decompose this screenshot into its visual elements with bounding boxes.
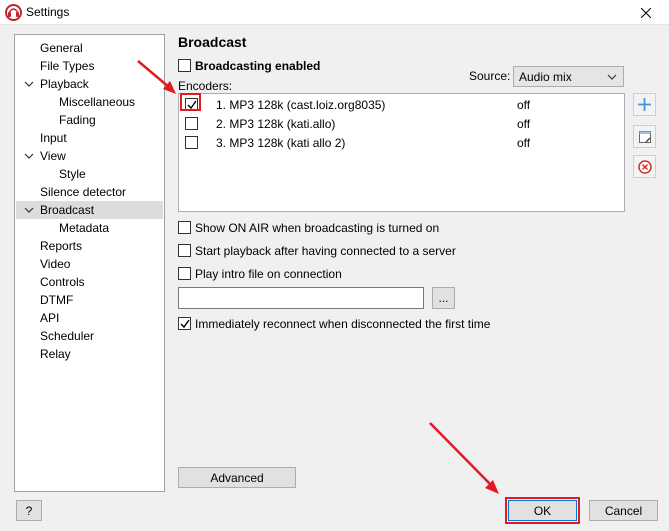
edit-icon [638,130,651,143]
annotation-arrowhead-ok [485,480,499,494]
page-title: Broadcast [178,34,247,50]
annotation-highlight-ok-button [505,497,580,524]
intro-file-input[interactable] [178,287,424,309]
play-intro-checkbox[interactable] [178,267,191,280]
add-encoder-button[interactable] [633,93,656,116]
broadcasting-enabled-label: Broadcasting enabled [195,59,321,73]
sidebar-item-input[interactable]: Input [40,129,67,147]
source-select-value: Audio mix [519,70,572,84]
sidebar-item-video[interactable]: Video [40,255,70,273]
encoder-status: off [517,136,531,150]
sidebar-item-silence-detector[interactable]: Silence detector [40,183,126,201]
chevron-down-icon[interactable] [24,75,34,93]
encoder-row[interactable]: 2. MP3 128k (kati.allo) off [179,114,624,133]
encoder-name: 3. MP3 128k (kati allo 2) [216,136,346,150]
show-on-air-checkbox[interactable] [178,221,191,234]
encoder-name: 1. MP3 128k (cast.loiz.org8035) [216,98,386,112]
annotation-highlight-encoder-checkbox [180,93,201,111]
edit-encoder-button[interactable] [633,125,656,148]
cancel-button[interactable]: Cancel [589,500,658,521]
start-playback-label: Start playback after having connected to… [195,244,456,258]
encoder-checkbox[interactable] [185,136,198,149]
encoder-name: 2. MP3 128k (kati.allo) [216,117,336,131]
settings-tree[interactable]: General File Types Playback Miscellaneou… [14,34,165,492]
sidebar-item-reports[interactable]: Reports [40,237,82,255]
play-intro-label: Play intro file on connection [195,267,342,281]
sidebar-item-metadata[interactable]: Metadata [59,219,109,237]
sidebar-item-scheduler[interactable]: Scheduler [40,327,94,345]
sidebar-item-view[interactable]: View [40,147,66,165]
sidebar-item-playback[interactable]: Playback [40,75,89,93]
broadcasting-enabled-checkbox[interactable] [178,59,191,72]
help-button[interactable]: ? [16,500,42,521]
source-label: Source: [469,69,511,83]
sidebar-item-relay[interactable]: Relay [40,345,71,363]
sidebar-item-fading[interactable]: Fading [59,111,96,129]
title-bar: Settings [0,0,669,25]
encoder-checkbox[interactable] [185,117,198,130]
checkmark-icon [180,319,190,329]
close-icon [641,7,651,18]
close-button[interactable] [623,0,669,25]
remove-encoder-button[interactable] [633,155,656,178]
sidebar-item-file-types[interactable]: File Types [40,57,94,75]
sidebar-item-miscellaneous[interactable]: Miscellaneous [59,93,135,111]
annotation-arrow-ok [429,422,493,487]
sidebar-item-api[interactable]: API [40,309,59,327]
encoder-row[interactable]: 3. MP3 128k (kati allo 2) off [179,133,624,152]
window-title: Settings [26,5,70,19]
encoder-status: off [517,98,531,112]
sidebar-item-broadcast[interactable]: Broadcast [40,201,94,219]
plus-icon [638,98,651,111]
chevron-down-icon[interactable] [24,201,34,219]
encoder-status: off [517,117,531,131]
sidebar-item-style[interactable]: Style [59,165,86,183]
chevron-down-icon[interactable] [24,147,34,165]
chevron-down-icon [607,74,617,80]
advanced-button[interactable]: Advanced [178,467,296,488]
encoder-row[interactable]: 1. MP3 128k (cast.loiz.org8035) off [179,95,624,114]
remove-icon [637,159,652,174]
sidebar-item-dtmf[interactable]: DTMF [40,291,73,309]
app-icon [5,4,22,21]
start-playback-checkbox[interactable] [178,244,191,257]
encoders-list[interactable]: 1. MP3 128k (cast.loiz.org8035) off 2. M… [178,93,625,212]
sidebar-item-general[interactable]: General [40,39,83,57]
sidebar-item-controls[interactable]: Controls [40,273,85,291]
show-on-air-label: Show ON AIR when broadcasting is turned … [195,221,440,235]
encoders-label: Encoders: [178,79,233,93]
reconnect-label: Immediately reconnect when disconnected … [195,317,491,331]
source-select[interactable]: Audio mix [513,66,624,87]
browse-button[interactable]: ... [432,287,455,309]
reconnect-checkbox[interactable] [178,317,191,330]
